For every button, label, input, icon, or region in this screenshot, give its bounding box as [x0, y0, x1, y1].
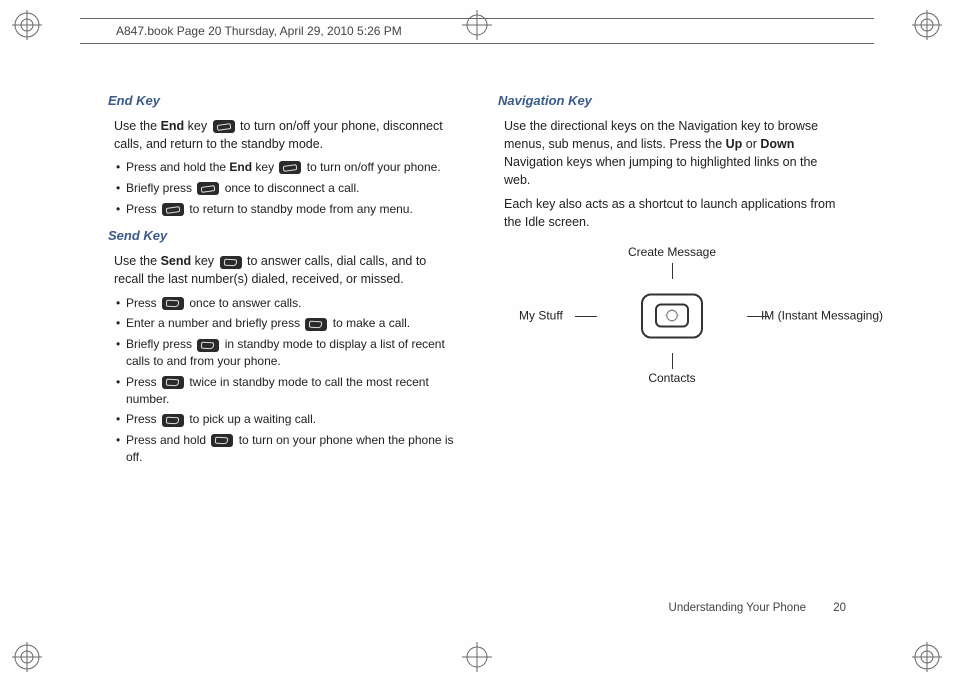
send-key-icon	[220, 256, 242, 269]
send-key-icon	[162, 376, 184, 389]
diagram-line	[575, 316, 597, 317]
list-item: Press twice in standby mode to call the …	[116, 374, 456, 408]
diagram-line	[672, 263, 673, 279]
send-key-list: Press once to answer calls. Enter a numb…	[108, 295, 456, 466]
page-footer: Understanding Your Phone 20	[669, 602, 846, 614]
list-item: Enter a number and briefly press to make…	[116, 315, 456, 332]
send-key-intro: Use the Send key to answer calls, dial c…	[108, 252, 456, 288]
nav-label-my-stuff: My Stuff	[519, 307, 563, 324]
crop-mark-icon	[912, 642, 942, 672]
send-key-icon	[162, 414, 184, 427]
list-item: Briefly press in standby mode to display…	[116, 336, 456, 370]
end-key-icon	[197, 182, 219, 195]
list-item: Press to return to standby mode from any…	[116, 201, 456, 218]
send-key-icon	[211, 434, 233, 447]
list-item: Press to pick up a waiting call.	[116, 411, 456, 428]
footer-page-number: 20	[833, 602, 846, 614]
nav-label-create-message: Create Message	[628, 244, 716, 261]
footer-section: Understanding Your Phone	[669, 602, 806, 614]
crop-mark-icon	[12, 642, 42, 672]
send-key-icon	[305, 318, 327, 331]
nav-label-im: IM (Instant Messaging)	[761, 307, 883, 324]
nav-key-center-icon	[655, 304, 689, 328]
end-key-icon	[279, 161, 301, 174]
frame-header: A847.book Page 20 Thursday, April 29, 20…	[80, 18, 874, 44]
end-key-icon	[162, 203, 184, 216]
send-key-icon	[162, 297, 184, 310]
diagram-line	[747, 316, 769, 317]
crop-mark-icon	[12, 10, 42, 40]
list-item: Press and hold the End key to turn on/of…	[116, 159, 456, 176]
end-key-list: Press and hold the End key to turn on/of…	[108, 159, 456, 217]
list-item: Press once to answer calls.	[116, 295, 456, 312]
right-column: Navigation Key Use the directional keys …	[498, 88, 846, 582]
end-key-heading: End Key	[108, 92, 456, 111]
nav-key-p1: Use the directional keys on the Navigati…	[498, 117, 846, 190]
frame-header-text: A847.book Page 20 Thursday, April 29, 20…	[116, 24, 402, 38]
nav-key-p2: Each key also acts as a shortcut to laun…	[498, 195, 846, 231]
list-item: Briefly press once to disconnect a call.	[116, 180, 456, 197]
list-item: Press and hold to turn on your phone whe…	[116, 432, 456, 466]
nav-key-heading: Navigation Key	[498, 92, 846, 111]
nav-label-contacts: Contacts	[648, 370, 695, 387]
end-key-icon	[213, 120, 235, 133]
end-key-intro: Use the End key to turn on/off your phon…	[108, 117, 456, 153]
send-key-icon	[197, 339, 219, 352]
nav-key-graphic	[641, 293, 703, 338]
diagram-line	[672, 353, 673, 369]
left-column: End Key Use the End key to turn on/off y…	[108, 88, 456, 582]
crop-mark-icon	[912, 10, 942, 40]
nav-key-diagram: Create Message My Stuff IM (Instant Mess…	[547, 246, 797, 386]
crop-mark-icon	[462, 642, 492, 672]
page-content: End Key Use the End key to turn on/off y…	[108, 88, 846, 582]
send-key-heading: Send Key	[108, 227, 456, 246]
